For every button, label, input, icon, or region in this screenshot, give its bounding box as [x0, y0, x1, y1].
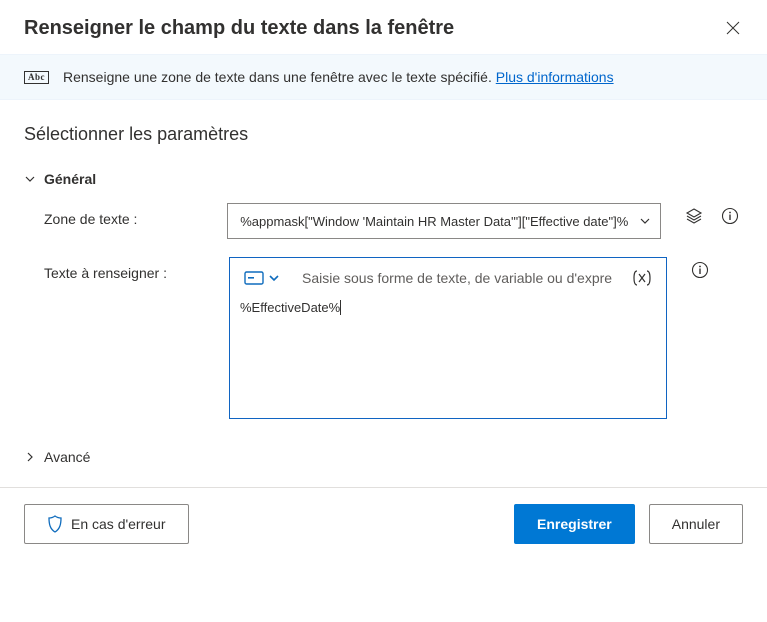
- zone-label: Zone de texte :: [44, 203, 217, 227]
- zone-select[interactable]: %appmask["Window 'Maintain HR Master Dat…: [227, 203, 661, 239]
- info-banner: Abc Renseigne une zone de texte dans une…: [0, 54, 767, 100]
- banner-text: Renseigne une zone de texte dans une fen…: [63, 69, 614, 85]
- editor-value: %EffectiveDate%: [240, 300, 340, 315]
- dialog: Renseigner le champ du texte dans la fen…: [0, 0, 767, 562]
- chevron-down-icon: [24, 173, 36, 185]
- cancel-button[interactable]: Annuler: [649, 504, 743, 544]
- advanced-group-header[interactable]: Avancé: [24, 447, 743, 467]
- text-side-icons: [677, 257, 713, 283]
- editor-toolbar: Saisie sous forme de texte, de variable …: [230, 258, 666, 294]
- text-editor[interactable]: Saisie sous forme de texte, de variable …: [229, 257, 667, 419]
- text-label: Texte à renseigner :: [44, 257, 219, 281]
- shield-icon: [47, 515, 63, 533]
- text-caret: [340, 300, 341, 315]
- advanced-label: Avancé: [44, 449, 90, 465]
- chevron-down-icon: [268, 272, 280, 284]
- dialog-content: Sélectionner les paramètres Général Zone…: [0, 100, 767, 487]
- general-label: Général: [44, 171, 96, 187]
- on-error-label: En cas d'erreur: [71, 516, 166, 532]
- zone-value: %appmask["Window 'Maintain HR Master Dat…: [240, 214, 628, 229]
- dialog-header: Renseigner le champ du texte dans la fen…: [0, 0, 767, 54]
- info-icon: [721, 207, 739, 225]
- zone-info-button[interactable]: [717, 203, 743, 229]
- text-info-button[interactable]: [687, 257, 713, 283]
- chevron-right-icon: [24, 451, 36, 463]
- dialog-title: Renseigner le champ du texte dans la fen…: [24, 17, 454, 40]
- editor-placeholder: Saisie sous forme de texte, de variable …: [302, 270, 612, 286]
- action-type-icon: Abc: [24, 71, 49, 84]
- info-icon: [691, 261, 709, 279]
- input-mode-button[interactable]: [240, 267, 284, 289]
- on-error-button[interactable]: En cas d'erreur: [24, 504, 189, 544]
- save-label: Enregistrer: [537, 516, 612, 532]
- dialog-footer: En cas d'erreur Enregistrer Annuler: [0, 487, 767, 562]
- layers-icon: [685, 207, 703, 225]
- more-info-link[interactable]: Plus d'informations: [496, 69, 614, 85]
- section-title: Sélectionner les paramètres: [24, 124, 743, 145]
- general-group-header[interactable]: Général: [24, 169, 743, 189]
- field-texte-a-renseigner: Texte à renseigner : Saisie sous forme d…: [24, 257, 743, 419]
- field-zone-de-texte: Zone de texte : %appmask["Window 'Mainta…: [24, 203, 743, 239]
- close-button[interactable]: [719, 14, 747, 42]
- chevron-down-icon: [638, 214, 652, 228]
- editor-body[interactable]: %EffectiveDate%: [230, 294, 666, 418]
- cancel-label: Annuler: [672, 516, 720, 532]
- textbox-icon: [244, 271, 264, 285]
- close-icon: [725, 20, 741, 36]
- variable-icon: [632, 270, 652, 286]
- zone-side-icons: [671, 203, 743, 229]
- variable-picker-button[interactable]: [628, 266, 656, 290]
- save-button[interactable]: Enregistrer: [514, 504, 635, 544]
- ui-element-picker-button[interactable]: [681, 203, 707, 229]
